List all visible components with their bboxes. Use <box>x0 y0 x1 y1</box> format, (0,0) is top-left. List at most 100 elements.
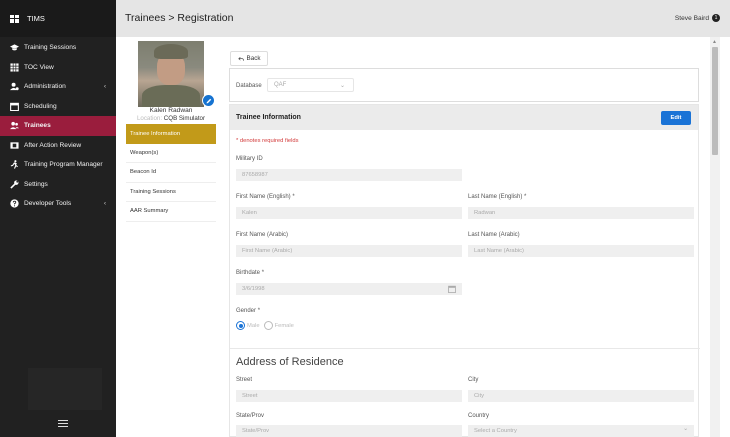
sidebar-item-administration[interactable]: Administration ‹ <box>0 77 116 97</box>
card-header: Trainee Information Edit <box>230 105 698 130</box>
sidebar: TIMS Training Sessions TOC View Administ… <box>0 0 116 437</box>
grid-icon <box>10 63 19 72</box>
location-value: CQB Simulator <box>163 115 206 122</box>
sidebar-item-label: TOC View <box>24 63 54 71</box>
street-label: Street <box>236 377 253 383</box>
edit-photo-button[interactable] <box>202 94 215 107</box>
gender-label: Gender * <box>236 308 261 314</box>
country-label: Country <box>468 413 490 419</box>
trainee-name: Kalen Radwan <box>149 107 193 114</box>
pencil-icon <box>206 98 211 103</box>
graduation-cap-icon <box>10 43 19 52</box>
state-label: State/Prov <box>236 413 265 419</box>
last-name-ar-label: Last Name (Arabic) <box>468 232 520 238</box>
chevron-down-icon: ⌄ <box>339 83 345 89</box>
page-title: Trainees > Registration <box>125 12 234 24</box>
first-name-en-field[interactable]: Kalen <box>236 207 462 219</box>
sidebar-footer-panel <box>28 368 102 410</box>
database-selector-panel: Database QAF ⌄ <box>229 68 699 102</box>
database-select[interactable]: QAF ⌄ <box>267 78 354 92</box>
sidebar-item-toc-view[interactable]: TOC View <box>0 58 116 78</box>
location-label: Location: <box>136 115 163 122</box>
city-label: City <box>468 377 479 383</box>
first-name-en-label: First Name (English) * <box>236 194 295 200</box>
wrench-icon <box>10 180 19 189</box>
card-title: Trainee Information <box>236 114 301 121</box>
edit-button[interactable]: Edit <box>661 111 691 125</box>
back-button-label: Back <box>246 55 261 62</box>
top-header: Trainees > Registration Steve Baird 1 <box>116 0 730 37</box>
sidebar-item-settings[interactable]: Settings <box>0 175 116 195</box>
sidebar-item-label: Training Sessions <box>24 44 77 52</box>
military-id-field[interactable]: 87658987 <box>236 169 462 181</box>
sidebar-item-trainees[interactable]: Trainees <box>0 116 116 136</box>
first-name-ar-label: First Name (Arabic) <box>236 232 289 238</box>
sidebar-item-developer-tools[interactable]: Developer Tools ‹ <box>0 194 116 214</box>
city-field[interactable]: City <box>468 390 694 402</box>
sidebar-item-training-sessions[interactable]: Training Sessions <box>0 38 116 58</box>
state-field[interactable]: State/Prov <box>236 425 462 437</box>
calendar-icon <box>10 102 19 111</box>
sidebar-item-label: Developer Tools <box>24 200 72 208</box>
sidebar-item-label: Administration <box>24 83 66 91</box>
sidebar-item-label: Training Program Manager <box>24 161 103 169</box>
running-icon <box>10 160 19 170</box>
first-name-ar-field[interactable]: First Name (Arabic) <box>236 245 462 257</box>
trainee-menu-item-trainee-information[interactable]: Trainee Information <box>126 124 216 144</box>
app-logo-icon <box>10 14 20 23</box>
sidebar-item-label: Trainees <box>24 122 51 130</box>
required-note: * denotes required fields <box>236 138 299 144</box>
gender-male-label: Male <box>247 322 260 329</box>
back-arrow-icon <box>237 56 244 61</box>
section-divider <box>230 348 700 349</box>
back-button[interactable]: Back <box>230 51 268 66</box>
trainee-menu-item-beacon-id[interactable]: Beacon Id <box>126 163 216 183</box>
last-name-ar-field[interactable]: Last Name (Arabic) <box>468 245 694 257</box>
last-name-en-label: Last Name (English) * <box>468 194 527 200</box>
last-name-en-field[interactable]: Radwan <box>468 207 694 219</box>
users-cog-icon <box>10 82 19 91</box>
street-field[interactable]: Street <box>236 390 462 402</box>
user-avatar-icon: 1 <box>712 14 720 22</box>
sidebar-item-after-action-review[interactable]: After Action Review <box>0 136 116 156</box>
user-menu[interactable]: Steve Baird 1 <box>675 14 720 22</box>
trainee-menu-item-training-sessions[interactable]: Training Sessions <box>126 183 216 202</box>
trainee-photo <box>138 41 204 107</box>
hamburger-menu-icon[interactable] <box>58 420 68 427</box>
gender-radio-group: Male Female <box>236 321 294 330</box>
scrollbar-thumb[interactable] <box>712 47 718 155</box>
country-select[interactable]: Select a Country ⌄ <box>468 425 694 437</box>
calendar-icon <box>448 285 456 293</box>
sidebar-item-label: Scheduling <box>24 102 57 110</box>
trainee-location: Location: CQB Simulator <box>126 115 216 122</box>
user-group-icon <box>10 121 19 130</box>
trainee-menu-item-weapons[interactable]: Weapon(s) <box>126 144 216 163</box>
gender-female-radio[interactable] <box>263 321 273 330</box>
user-name: Steve Baird <box>674 14 709 22</box>
chevron-left-icon: ‹ <box>104 83 106 90</box>
sidebar-item-training-program-manager[interactable]: Training Program Manager <box>0 155 116 175</box>
database-value: QAF <box>274 82 287 88</box>
military-id-label: Military ID <box>236 156 263 162</box>
birthdate-label: Birthdate * <box>236 270 265 276</box>
country-placeholder: Select a Country <box>474 428 517 434</box>
trainee-menu-item-aar-summary[interactable]: AAR Summary <box>126 202 216 222</box>
sidebar-item-label: After Action Review <box>24 141 82 149</box>
chevron-down-icon: ⌄ <box>683 426 688 432</box>
sidebar-item-scheduling[interactable]: Scheduling <box>0 97 116 117</box>
address-section-title: Address of Residence <box>236 356 344 368</box>
scroll-up-icon[interactable]: ▲ <box>712 39 717 45</box>
sidebar-item-label: Settings <box>24 180 48 188</box>
birthdate-value: 3/6/1998 <box>242 286 265 292</box>
gender-female-label: Female <box>274 322 294 329</box>
birthdate-field[interactable]: 3/6/1998 <box>236 283 462 295</box>
app-brand-label: TIMS <box>27 14 45 23</box>
chevron-left-icon: ‹ <box>104 200 106 207</box>
database-label: Database <box>236 83 262 89</box>
trainee-menu: Trainee Information Weapon(s) Beacon Id … <box>126 124 216 222</box>
sidebar-nav: Training Sessions TOC View Administratio… <box>0 38 116 214</box>
help-icon <box>10 199 19 208</box>
app-brand[interactable]: TIMS <box>0 0 116 37</box>
trainee-information-card: Trainee Information Edit * denotes requi… <box>229 104 700 437</box>
gender-male-radio[interactable] <box>236 321 245 330</box>
